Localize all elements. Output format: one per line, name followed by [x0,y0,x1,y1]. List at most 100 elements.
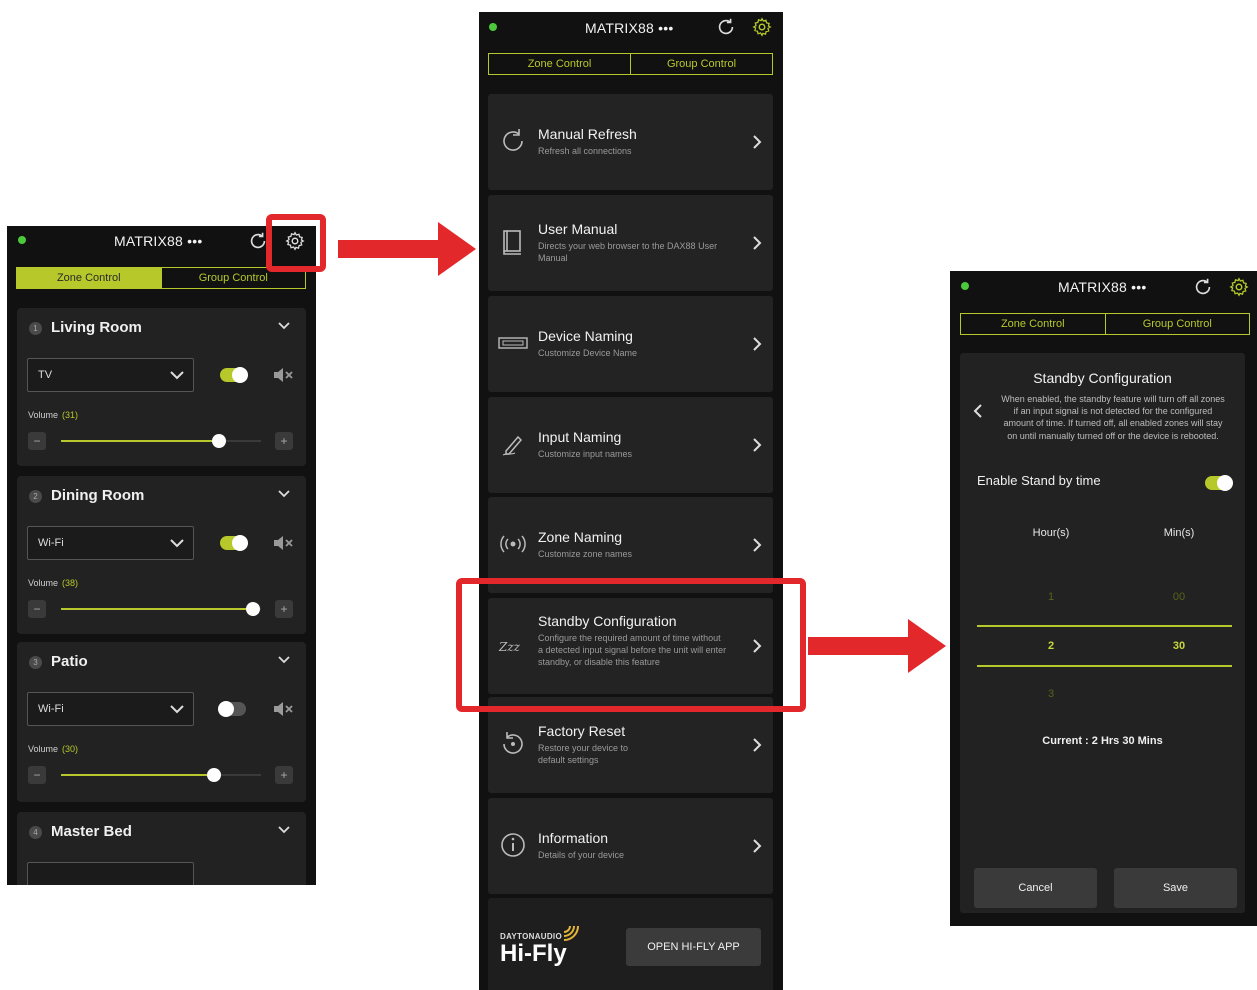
menu-item-input-naming[interactable]: Input Naming Customize input names [488,397,773,493]
zone-number-badge: 4 [29,826,42,839]
hi-fly-logo: Hi-Fly [500,940,567,967]
refresh-icon [503,129,523,151]
hours-option[interactable]: 1 [1021,591,1081,603]
app-title: MATRIX88 ••• [1058,279,1147,295]
zone-name: Living Room [51,319,142,336]
reset-icon [503,732,523,754]
volume-thumb[interactable] [246,602,260,616]
volume-fill [61,440,219,442]
zone-card: 4 Master Bed [17,812,306,885]
back-chevron-icon[interactable] [972,403,984,419]
volume-fill [61,774,214,776]
zone-name: Dining Room [51,487,145,504]
volume-value: (30) [62,744,79,754]
volume-up-button[interactable]: + [275,432,293,450]
zone-name: Master Bed [51,823,132,840]
cancel-button[interactable]: Cancel [974,868,1097,908]
volume-label: Volume (38) [28,578,79,588]
volume-value: (38) [62,578,79,588]
volume-fill [61,608,253,610]
zone-power-toggle[interactable] [218,701,246,717]
chevron-right-icon [753,236,762,250]
source-select[interactable] [27,862,194,885]
standby-config-screen: MATRIX88 ••• Zone Control Group Control … [950,271,1257,926]
volume-down-button[interactable]: − [28,432,46,450]
menu-item-title: Input Naming [538,429,622,445]
hours-column-header: Hour(s) [1032,527,1070,539]
tab-bar: Zone Control Group Control [488,53,773,75]
volume-label: Volume (30) [28,744,79,754]
source-select[interactable]: TV [27,358,194,392]
hours-selected[interactable]: 2 [1021,640,1081,652]
menu-item-title: Device Naming [538,328,633,344]
pen-icon [502,435,523,456]
volume-up-button[interactable]: + [275,600,293,618]
chevron-down-icon[interactable] [276,652,292,668]
hi-fly-promo: DAYTONAUDIO Hi-Fly OPEN HI-FLY APP [488,898,773,990]
volume-slider[interactable] [61,602,261,616]
zone-power-toggle[interactable] [220,535,248,551]
menu-item-title: Zone Naming [538,529,623,545]
info-icon [501,833,525,857]
mute-icon[interactable] [272,700,294,718]
chevron-down-icon[interactable] [276,486,292,502]
refresh-icon[interactable] [1192,276,1214,298]
source-select-value: TV [38,369,53,381]
menu-item-information[interactable]: Information Details of your device [488,798,773,894]
chevron-right-icon [753,337,762,351]
gear-icon[interactable] [751,16,773,38]
tab-group-control[interactable]: Group Control [1104,314,1250,334]
source-select[interactable]: Wi-Fi [27,692,194,726]
mute-icon[interactable] [272,534,294,552]
enable-standby-toggle[interactable] [1205,475,1233,491]
volume-thumb[interactable] [207,768,221,782]
volume-up-button[interactable]: + [275,766,293,784]
toggle-knob [232,367,248,383]
picker-selection-bottom-line [977,665,1232,667]
volume-label: Volume (31) [28,410,79,420]
tab-zone-control[interactable]: Zone Control [489,54,630,74]
settings-screen: MATRIX88 ••• Zone Control Group Control … [479,12,783,990]
volume-thumb[interactable] [212,434,226,448]
gear-highlight [266,214,326,272]
menu-item-title: User Manual [538,221,618,237]
menu-item-subtitle: Directs your web browser to the DAX88 Us… [538,241,718,263]
minutes-option[interactable]: 00 [1149,591,1209,603]
menu-item-subtitle: Customize Device Name [538,348,638,358]
mute-icon[interactable] [272,366,294,384]
menu-item-device-naming[interactable]: Device Naming Customize Device Name [488,296,773,392]
source-select[interactable]: Wi-Fi [27,526,194,560]
zone-number-badge: 1 [29,322,42,335]
hours-option[interactable]: 3 [1021,688,1081,700]
menu-item-manual-refresh[interactable]: Manual Refresh Refresh all connections [488,94,773,190]
open-hi-fly-button[interactable]: OPEN HI-FLY APP [626,928,761,966]
wifi-waves-icon [563,925,579,941]
minutes-selected[interactable]: 30 [1149,640,1209,652]
chevron-down-icon[interactable] [276,318,292,334]
zone-card: 1 Living Room TV Volume (31) − + [17,308,306,466]
standby-highlight [456,578,806,712]
volume-slider[interactable] [61,434,261,448]
save-button[interactable]: Save [1114,868,1237,908]
volume-down-button[interactable]: − [28,600,46,618]
zone-number-badge: 2 [29,490,42,503]
zone-card: 3 Patio Wi-Fi Volume (30) − + [17,642,306,802]
top-bar: MATRIX88 ••• [479,12,783,52]
chevron-down-icon[interactable] [276,822,292,838]
menu-item-user-manual[interactable]: User Manual Directs your web browser to … [488,195,773,291]
app-title: MATRIX88 ••• [114,233,203,249]
gear-icon[interactable] [1228,276,1250,298]
menu-item-subtitle: Refresh all connections [538,146,632,156]
connection-status-dot [961,282,969,290]
zone-name: Patio [51,653,88,670]
zone-power-toggle[interactable] [220,367,248,383]
volume-slider[interactable] [61,768,261,782]
tab-zone-control[interactable]: Zone Control [961,314,1105,334]
volume-value: (31) [62,410,79,420]
arrow-right-icon [338,222,476,276]
chevron-right-icon [753,135,762,149]
tab-zone-control[interactable]: Zone Control [17,268,161,288]
refresh-icon[interactable] [715,16,737,38]
volume-down-button[interactable]: − [28,766,46,784]
tab-group-control[interactable]: Group Control [630,54,772,74]
